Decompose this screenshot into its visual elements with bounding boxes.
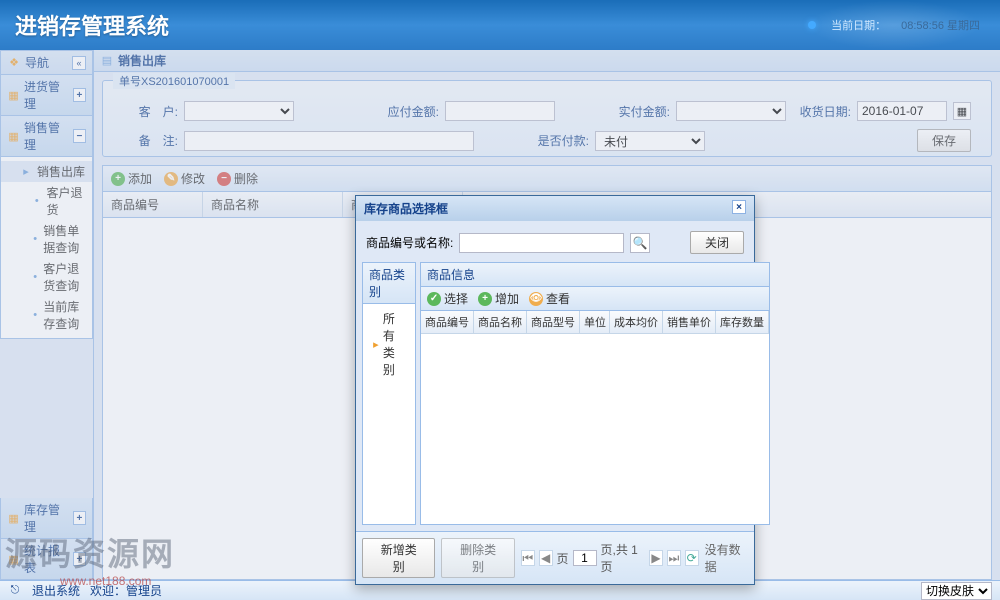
status-dot-icon [808,21,816,29]
view-icon: 👁 [529,292,543,306]
add-product-button[interactable]: +增加 [478,290,519,307]
current-time: 08:58:56 星期四 [901,17,980,33]
prev-page-icon[interactable]: ◀ [539,550,553,566]
info-title: 商品信息 [421,263,769,287]
next-page-icon[interactable]: ▶ [649,550,663,566]
product-grid-body [421,334,769,524]
product-info-panel: 商品信息 ✓选择 +增加 👁查看 商品编号 商品名称 商品型号 单位 成本均价 … [420,262,770,525]
exit-link[interactable]: 退出系统 [32,582,80,599]
folder-icon: ▸ [373,337,379,351]
modal-title-text: 库存商品选择框 [364,200,448,217]
first-page-icon[interactable]: ⏮ [521,550,535,566]
app-header: 进销存管理系统 当前日期： 08:58:56 星期四 [0,0,1000,50]
current-date-label: 当前日期： [831,17,886,33]
last-page-icon[interactable]: ⏭ [667,550,681,566]
no-data-text: 没有数据 [705,541,748,575]
header-right: 当前日期： 08:58:56 星期四 [808,0,980,50]
product-search-input[interactable] [459,233,624,253]
modal-titlebar[interactable]: 库存商品选择框 × [356,196,754,221]
page-input[interactable] [573,550,597,566]
col-header[interactable]: 商品编号 [421,311,474,333]
welcome-text: 欢迎：管理员 [90,582,162,599]
refresh-icon[interactable]: ⟳ [685,550,699,566]
close-icon[interactable]: × [732,200,746,214]
skin-select[interactable]: 切换皮肤 [921,582,992,600]
search-icon[interactable]: 🔍 [630,233,650,253]
exit-icon: ⎋ [8,584,22,598]
new-category-button[interactable]: 新增类别 [362,538,435,578]
delete-category-button[interactable]: 删除类别 [441,538,514,578]
app-title: 进销存管理系统 [15,9,169,41]
check-icon: ✓ [427,292,441,306]
col-header[interactable]: 单位 [580,311,610,333]
modal-footer: 新增类别 删除类别 ⏮ ◀ 页 页,共 1 页 ▶ ⏭ ⟳ 没有数据 [356,531,754,584]
product-grid-header: 商品编号 商品名称 商品型号 单位 成本均价 销售单价 库存数量 [421,311,769,334]
product-select-modal: 库存商品选择框 × 商品编号或名称: 🔍 关闭 商品类别 ▸ 所有类别 [355,195,755,585]
select-button[interactable]: ✓选择 [427,290,468,307]
add-icon: + [478,292,492,306]
close-button[interactable]: 关闭 [690,231,744,254]
col-header[interactable]: 销售单价 [663,311,716,333]
category-root[interactable]: ▸ 所有类别 [369,308,409,380]
col-header[interactable]: 商品名称 [474,311,527,333]
col-header[interactable]: 商品型号 [527,311,580,333]
col-header[interactable]: 成本均价 [610,311,663,333]
page-total: 页,共 1 页 [601,541,646,575]
pagination: ⏮ ◀ 页 页,共 1 页 ▶ ⏭ ⟳ [521,541,699,575]
category-panel: 商品类别 ▸ 所有类别 [362,262,416,525]
search-label: 商品编号或名称: [366,234,453,251]
col-header[interactable]: 库存数量 [716,311,769,333]
view-button[interactable]: 👁查看 [529,290,570,307]
category-title: 商品类别 [363,263,415,304]
